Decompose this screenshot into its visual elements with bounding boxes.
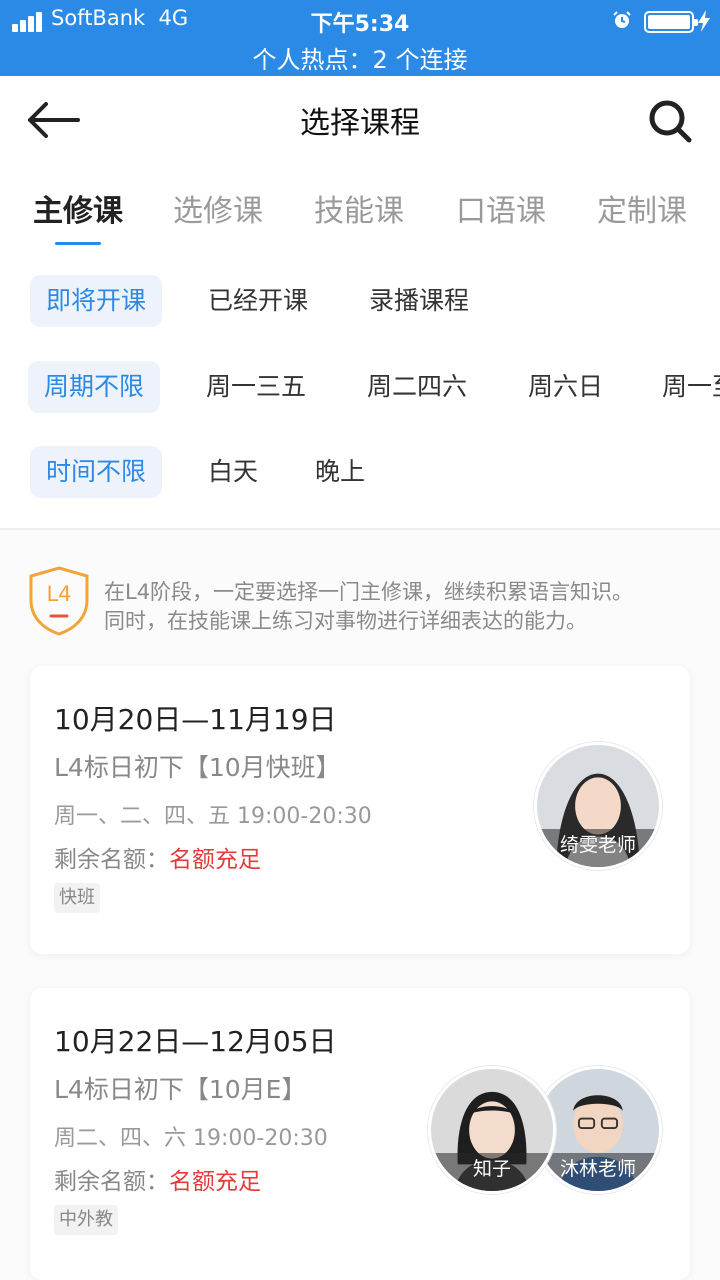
course-name: L4标日初下【10月快班】 bbox=[54, 753, 341, 782]
teacher-name: 绮雯老师 bbox=[537, 829, 659, 867]
back-button[interactable] bbox=[26, 100, 82, 140]
filter-recorded[interactable]: 录播课程 bbox=[369, 275, 469, 327]
battery-icon bbox=[644, 11, 698, 33]
tab-speaking[interactable]: 口语课 bbox=[456, 186, 546, 230]
hotspot-banner[interactable]: 个人热点：2 个连接 bbox=[0, 40, 720, 75]
course-quota: 剩余名额：名额充足 bbox=[54, 1162, 261, 1196]
course-date-range: 10月22日—12月05日 bbox=[54, 1025, 337, 1058]
level-note-line1: 在L4阶段，一定要选择一门主修课，继续积累语言知识。 bbox=[104, 580, 634, 604]
filter-started[interactable]: 已经开课 bbox=[208, 275, 308, 327]
tab-indicator bbox=[55, 242, 101, 245]
course-quota: 剩余名额：名额充足 bbox=[54, 840, 261, 874]
filter-mon-wed-fri[interactable]: 周一三五 bbox=[206, 361, 306, 413]
status-bar: SoftBank 4G 下午5:34 个人热点：2 个连接 bbox=[0, 0, 720, 76]
filter-sat-sun[interactable]: 周六日 bbox=[528, 361, 603, 413]
course-tag: 中外教 bbox=[54, 1205, 118, 1235]
course-schedule: 周一、二、四、五 19:00-20:30 bbox=[54, 804, 372, 829]
course-card[interactable]: 10月20日—11月19日 L4标日初下【10月快班】 周一、二、四、五 19:… bbox=[30, 666, 690, 954]
filter-evening[interactable]: 晚上 bbox=[315, 446, 365, 498]
search-icon[interactable] bbox=[645, 96, 695, 146]
filter-daytime[interactable]: 白天 bbox=[208, 446, 258, 498]
course-name: L4标日初下【10月E】 bbox=[54, 1075, 307, 1104]
filter-tue-thu-sat[interactable]: 周二四六 bbox=[367, 361, 467, 413]
page-title: 选择课程 bbox=[300, 106, 420, 141]
quota-value: 名额充足 bbox=[169, 847, 261, 873]
course-tag: 快班 bbox=[54, 883, 100, 913]
filter-any-weekday[interactable]: 周期不限 bbox=[28, 361, 161, 413]
level-note-line2: 同时，在技能课上练习对事物进行详细表达的能力。 bbox=[104, 609, 587, 633]
level-badge: L4 bbox=[28, 566, 90, 636]
quota-label: 剩余名额： bbox=[54, 847, 169, 873]
quota-value: 名额充足 bbox=[169, 1169, 261, 1195]
course-card[interactable]: 10月22日—12月05日 L4标日初下【10月E】 周二、四、六 19:00-… bbox=[30, 988, 690, 1280]
teacher-name: 知子 bbox=[431, 1153, 553, 1191]
teacher-avatar[interactable]: 知子 bbox=[428, 1066, 556, 1194]
course-date-range: 10月20日—11月19日 bbox=[54, 703, 337, 736]
tab-custom[interactable]: 定制课 bbox=[597, 186, 687, 230]
tab-elective[interactable]: 选修课 bbox=[173, 186, 263, 230]
level-badge-text: L4 bbox=[46, 582, 72, 606]
teacher-avatar[interactable]: 绮雯老师 bbox=[534, 742, 662, 870]
filter-any-time[interactable]: 时间不限 bbox=[30, 446, 163, 498]
teacher-name: 沐林老师 bbox=[537, 1153, 659, 1191]
course-schedule: 周二、四、六 19:00-20:30 bbox=[54, 1126, 328, 1151]
charging-icon bbox=[698, 10, 710, 32]
quota-label: 剩余名额： bbox=[54, 1169, 169, 1195]
filter-upcoming[interactable]: 即将开课 bbox=[30, 275, 163, 327]
filter-mon-to[interactable]: 周一至 bbox=[662, 361, 720, 413]
tab-major[interactable]: 主修课 bbox=[33, 186, 123, 230]
tab-skill[interactable]: 技能课 bbox=[314, 186, 404, 230]
alarm-icon bbox=[613, 11, 631, 28]
